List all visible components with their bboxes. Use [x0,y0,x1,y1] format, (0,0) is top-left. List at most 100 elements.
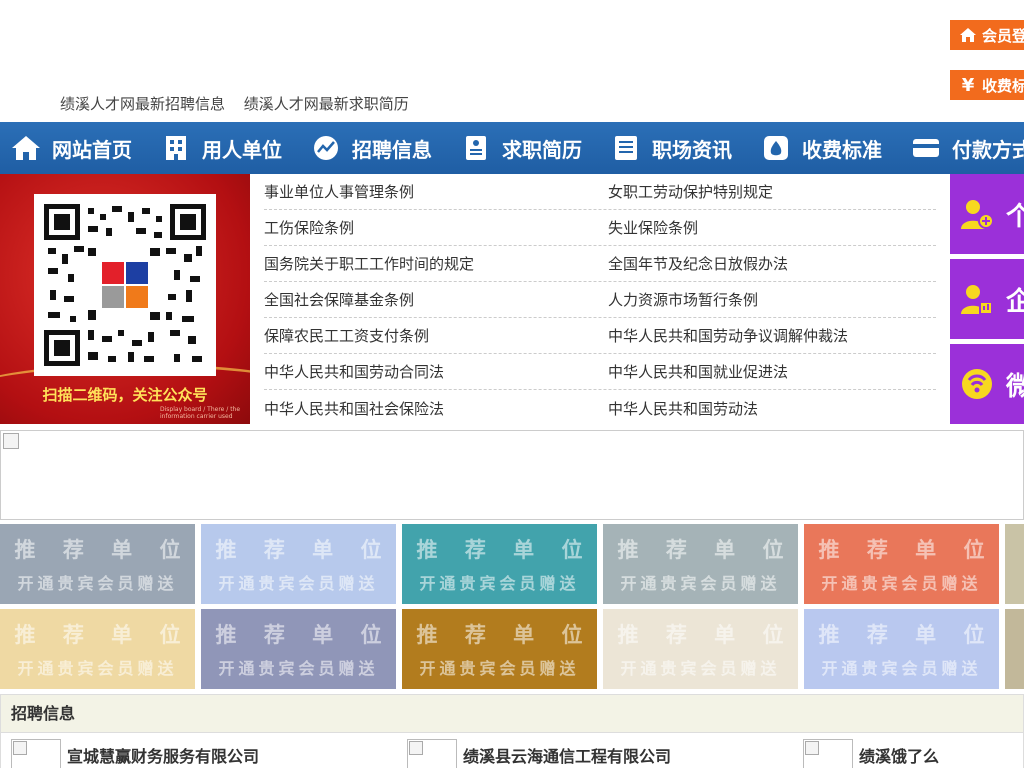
broken-image-icon [409,741,423,755]
law-link[interactable]: 女职工劳动保护特别规定 [608,181,936,202]
tile-subtitle: 开通贵宾会员赠送 [821,659,982,678]
recommend-tile[interactable]: 推 荐 单 位 开通贵宾会员赠送 [804,524,999,604]
recommend-tile[interactable]: 推 荐 单 位 开通贵宾会员赠送 [201,524,396,604]
banner-caption: 扫描二维码，关注公众号 [42,386,208,404]
recommend-tile[interactable]: 推 荐 单 位 开通贵宾会员赠送 [0,524,195,604]
recommend-tile[interactable] [1005,524,1024,604]
person-add-icon [960,196,994,232]
law-link[interactable]: 事业单位人事管理条例 [264,181,608,202]
law-row: 全国社会保障基金条例 人力资源市场暂行条例 [264,282,936,318]
law-row: 国务院关于职工工作时间的规定 全国年节及纪念日放假办法 [264,246,936,282]
law-list: 事业单位人事管理条例 女职工劳动保护特别规定 工伤保险条例 失业保险条例 国务院… [264,174,936,426]
tile-subtitle: 开通贵宾会员赠送 [620,574,781,593]
company-name[interactable]: 宣城慧赢财务服务有限公司 [67,743,259,767]
latest-resumes-link[interactable]: 绩溪人才网最新求职简历 [244,95,409,113]
page: 会员登 ¥ 收费标 绩溪人才网最新招聘信息 绩溪人才网最新求职简历 网站首页 用… [0,0,1024,768]
tile-subtitle: 开通贵宾会员赠送 [419,574,580,593]
company-item[interactable]: 绩溪县云海通信工程有限公司 [407,739,671,768]
company-logo [803,739,853,768]
nav-resumes-label: 求职简历 [502,137,582,162]
building-icon [161,133,191,163]
nav-jobs[interactable]: 招聘信息 [311,122,449,174]
company-login-button[interactable]: 企 [950,259,1024,339]
law-link[interactable]: 人力资源市场暂行条例 [608,289,936,310]
nav-payment[interactable]: 付款方式 [911,122,1024,174]
personal-label: 个 [1006,201,1024,232]
tile-subtitle: 开通贵宾会员赠送 [17,659,178,678]
recommend-tile[interactable]: 推 荐 单 位 开通贵宾会员赠送 [603,609,798,689]
broken-image-icon [805,741,819,755]
law-row: 中华人民共和国社会保险法 中华人民共和国劳动法 [264,390,936,426]
latest-jobs-link[interactable]: 绩溪人才网最新招聘信息 [60,95,225,113]
nav-employers[interactable]: 用人单位 [161,122,299,174]
law-link[interactable]: 中华人民共和国就业促进法 [608,361,936,382]
member-login-label: 会员登 [982,26,1024,45]
law-link[interactable]: 失业保险条例 [608,217,936,238]
yen-icon: ¥ [961,74,975,96]
fee-standard-label: 收费标 [982,76,1024,95]
news-icon [611,133,641,163]
tile-title: 推 荐 单 位 [416,538,593,562]
recommend-tile[interactable]: 推 荐 单 位 开通贵宾会员赠送 [0,609,195,689]
tile-title: 推 荐 单 位 [215,623,392,647]
nav-jobs-label: 招聘信息 [352,137,432,162]
recommend-tile[interactable] [1005,609,1024,689]
personal-login-button[interactable]: 个 [950,174,1024,254]
banner-tiny-text: Display board / There / the information … [160,406,241,420]
law-link[interactable]: 中华人民共和国劳动法 [608,398,936,419]
law-link[interactable]: 全国社会保障基金条例 [264,289,608,310]
recommend-tile[interactable]: 推 荐 单 位 开通贵宾会员赠送 [201,609,396,689]
law-link[interactable]: 工伤保险条例 [264,217,608,238]
tile-subtitle: 开通贵宾会员赠送 [620,659,781,678]
nav-news[interactable]: 职场资讯 [611,122,749,174]
recommend-tile[interactable]: 推 荐 单 位 开通贵宾会员赠送 [804,609,999,689]
ad-banner-image[interactable] [0,430,1024,520]
law-link[interactable]: 保障农民工工资支付条例 [264,325,608,346]
law-row: 中华人民共和国劳动合同法 中华人民共和国就业促进法 [264,354,936,390]
tile-title: 推 荐 单 位 [14,623,191,647]
tile-subtitle: 开通贵宾会员赠送 [17,574,178,593]
recommend-tile[interactable]: 推 荐 单 位 开通贵宾会员赠送 [603,524,798,604]
wechat-icon [960,366,994,402]
tile-subtitle: 开通贵宾会员赠送 [419,659,580,678]
tile-subtitle: 开通贵宾会员赠送 [218,659,379,678]
tile-title: 推 荐 单 位 [617,538,794,562]
nav-fees[interactable]: 收费标准 [761,122,899,174]
recruitment-section: 招聘信息 宣城慧赢财务服务有限公司 绩溪县云海通信工程有限公司 绩溪饿了么 [0,694,1024,768]
header-links: 绩溪人才网最新招聘信息 绩溪人才网最新求职简历 [60,93,423,114]
company-item[interactable]: 绩溪饿了么 [803,739,939,768]
section-title: 招聘信息 [1,695,1023,733]
nav-payment-label: 付款方式 [952,137,1024,162]
card-icon [911,133,941,163]
recommend-tile[interactable]: 推 荐 单 位 开通贵宾会员赠送 [402,524,597,604]
law-link[interactable]: 全国年节及纪念日放假办法 [608,253,936,274]
qr-banner: 扫描二维码，关注公众号 Display board / There / the … [0,174,250,424]
broken-image-icon [3,433,19,449]
tile-title: 推 荐 单 位 [818,623,995,647]
law-link[interactable]: 中华人民共和国劳动合同法 [264,361,608,382]
nav-home-label: 网站首页 [52,137,132,162]
company-name[interactable]: 绩溪县云海通信工程有限公司 [463,743,671,767]
wechat-button[interactable]: 微 [950,344,1024,424]
law-link[interactable]: 中华人民共和国社会保险法 [264,398,608,419]
chart-icon [311,133,341,163]
law-link[interactable]: 中华人民共和国劳动争议调解仲裁法 [608,325,936,346]
fee-standard-button[interactable]: ¥ 收费标 [950,70,1024,100]
company-list: 宣城慧赢财务服务有限公司 绩溪县云海通信工程有限公司 绩溪饿了么 [1,733,1023,768]
qr-code [34,194,216,376]
wechat-label: 微 [1006,371,1024,402]
recommend-tile[interactable]: 推 荐 单 位 开通贵宾会员赠送 [402,609,597,689]
nav-home[interactable]: 网站首页 [11,122,149,174]
money-bag-icon [761,133,791,163]
member-login-button[interactable]: 会员登 [950,20,1024,50]
company-name[interactable]: 绩溪饿了么 [859,743,939,767]
nav-employers-label: 用人单位 [202,137,282,162]
nav-resumes[interactable]: 求职简历 [461,122,599,174]
tile-title: 推 荐 单 位 [416,623,593,647]
tile-title: 推 荐 单 位 [215,538,392,562]
company-item[interactable]: 宣城慧赢财务服务有限公司 [11,739,259,768]
law-row: 工伤保险条例 失业保险条例 [264,210,936,246]
tile-title: 推 荐 单 位 [818,538,995,562]
law-link[interactable]: 国务院关于职工工作时间的规定 [264,253,608,274]
nav-news-label: 职场资讯 [652,137,732,162]
